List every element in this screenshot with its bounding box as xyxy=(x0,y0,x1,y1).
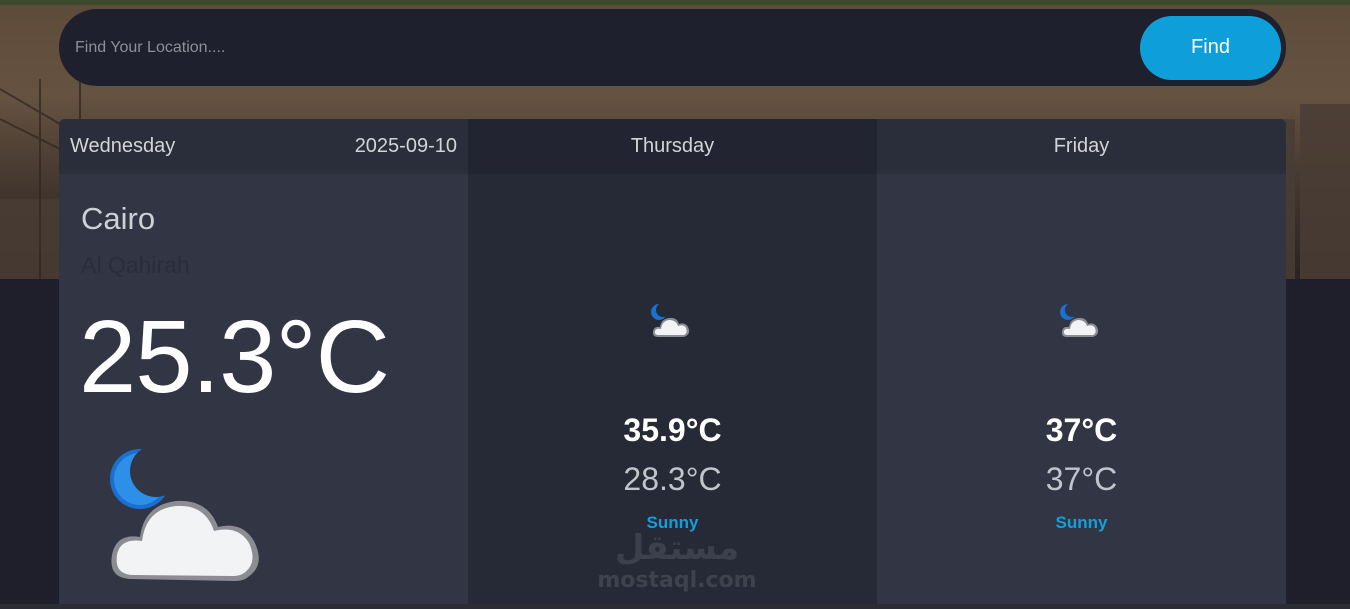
min-temperature: 28.3°C xyxy=(623,461,722,497)
today-card: Wednesday 2025-09-10 Cairo Al Qahirah 25… xyxy=(59,119,468,609)
moon-cloud-icon xyxy=(1060,303,1099,337)
today-day-label: Wednesday xyxy=(70,135,176,157)
location-search-input[interactable] xyxy=(59,9,1140,86)
max-temperature: 35.9°C xyxy=(623,412,722,448)
min-temperature: 37°C xyxy=(1045,461,1118,497)
condition-text: Sunny xyxy=(1055,513,1108,532)
city-name: Cairo xyxy=(81,201,156,236)
max-temperature: 37°C xyxy=(1045,412,1118,448)
search-bar: Find xyxy=(59,9,1286,86)
today-date-label: 2025-09-10 xyxy=(354,135,457,157)
window-top-strip xyxy=(0,0,1350,5)
forecast-card-friday: Friday 37°C 37°C Sunny xyxy=(877,119,1286,609)
find-button[interactable]: Find xyxy=(1140,15,1281,80)
forecast-card-thursday: Thursday 35.9°C 28.3°C Sunny xyxy=(468,119,877,609)
today-header: Wednesday 2025-09-10 xyxy=(59,119,468,174)
moon-cloud-icon xyxy=(651,303,690,337)
region-name: Al Qahirah xyxy=(81,252,190,278)
forecast-day-label: Friday xyxy=(1053,135,1110,157)
forecast-day-label: Thursday xyxy=(630,135,715,157)
forecast-header: Friday xyxy=(877,119,1286,174)
forecast-panel: Wednesday 2025-09-10 Cairo Al Qahirah 25… xyxy=(59,119,1286,609)
current-temperature: 25.3°C xyxy=(79,299,390,414)
forecast-header: Thursday xyxy=(468,119,877,174)
condition-text: Sunny xyxy=(646,513,699,532)
bottom-edge xyxy=(0,604,1350,609)
moon-cloud-icon xyxy=(110,445,259,581)
